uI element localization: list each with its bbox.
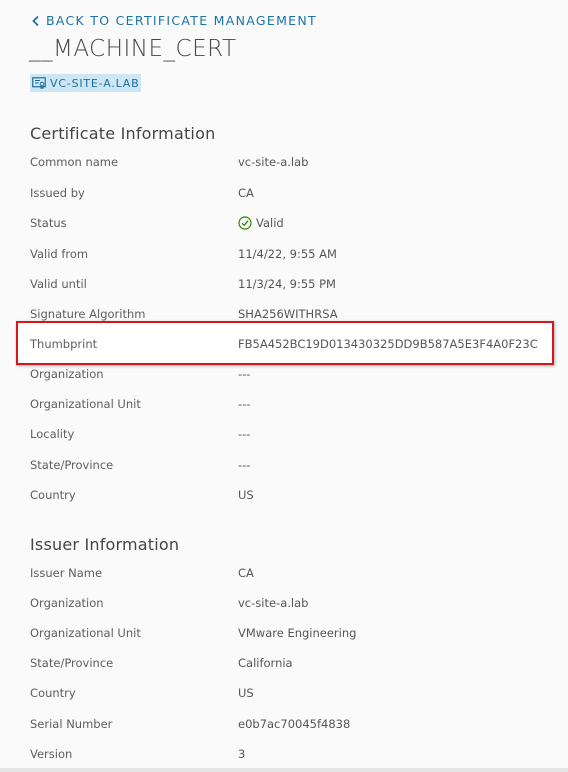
row-value: US	[238, 686, 254, 700]
row-label: Country	[30, 488, 76, 502]
back-to-certificate-management-link[interactable]: BACK TO CERTIFICATE MANAGEMENT	[29, 13, 317, 28]
row-value: ---	[238, 367, 251, 381]
page-title: __MACHINE_CERT	[29, 36, 237, 62]
row-value: 11/4/22, 9:55 AM	[238, 247, 337, 261]
row-value: ---	[238, 458, 251, 472]
cert-row-valid-until: Valid until 11/3/24, 9:55 PM	[30, 274, 336, 294]
host-tag: VC-SITE-A.LAB	[30, 74, 142, 92]
certificate-icon	[32, 77, 46, 89]
row-label: Issued by	[30, 186, 85, 200]
row-label: Locality	[30, 427, 75, 441]
cert-row-status: Status Valid	[30, 213, 284, 233]
issuer-row-country: Country US	[30, 683, 254, 703]
row-value: CA	[238, 186, 254, 200]
issuer-row-organization: Organization vc-site-a.lab	[30, 593, 308, 613]
cert-row-state-province: State/Province ---	[30, 455, 250, 475]
certificate-information-heading: Certificate Information	[30, 124, 216, 143]
cert-row-common-name: Common name vc-site-a.lab	[30, 152, 308, 172]
row-label: Issuer Name	[30, 566, 103, 580]
back-link-label: BACK TO CERTIFICATE MANAGEMENT	[46, 13, 317, 28]
row-label: Organizational Unit	[30, 397, 141, 411]
row-value: vc-site-a.lab	[238, 596, 309, 610]
issuer-row-serial-number: Serial Number e0b7ac70045f4838	[30, 714, 350, 734]
issuer-row-version: Version 3	[30, 744, 245, 764]
cert-row-country: Country US	[30, 485, 254, 505]
row-label: Organizational Unit	[30, 626, 141, 640]
row-label: Valid from	[30, 247, 89, 261]
row-label: Version	[30, 747, 73, 761]
status-value: Valid	[238, 216, 284, 230]
chevron-left-icon	[32, 15, 39, 26]
issuer-row-organizational-unit: Organizational Unit VMware Engineering	[30, 623, 356, 643]
row-label: Organization	[30, 367, 104, 381]
cert-row-issued-by: Issued by CA	[30, 183, 254, 203]
row-label: Signature Algorithm	[30, 307, 146, 321]
row-value: SHA256WITHRSA	[238, 307, 338, 321]
cert-row-organizational-unit: Organizational Unit ---	[30, 394, 250, 414]
row-label: State/Province	[30, 458, 114, 472]
cert-row-locality: Locality ---	[30, 424, 250, 444]
row-value: US	[238, 488, 254, 502]
cert-row-signature-algorithm: Signature Algorithm SHA256WITHRSA	[30, 304, 338, 324]
status-text: Valid	[256, 216, 284, 230]
row-value: ---	[238, 427, 251, 441]
check-circle-icon	[238, 216, 252, 230]
row-value: e0b7ac70045f4838	[238, 717, 351, 731]
row-label: Status	[30, 216, 67, 230]
row-value: California	[238, 656, 293, 670]
row-value: 11/3/24, 9:55 PM	[238, 277, 336, 291]
scroll-edge	[0, 768, 568, 772]
thumbprint-value: FB5A452BC19D013430325DD9B587A5E3F4A0F23C	[238, 337, 538, 351]
row-label: Thumbprint	[30, 337, 98, 351]
issuer-row-issuer-name: Issuer Name CA	[30, 563, 254, 583]
row-label: Valid until	[30, 277, 87, 291]
row-value: vc-site-a.lab	[238, 155, 309, 169]
issuer-row-state-province: State/Province California	[30, 653, 293, 673]
row-value: ---	[238, 397, 251, 411]
row-label: Organization	[30, 596, 104, 610]
issuer-information-heading: Issuer Information	[30, 535, 180, 554]
row-value: VMware Engineering	[238, 626, 357, 640]
row-label: Country	[30, 686, 76, 700]
row-value: CA	[238, 566, 254, 580]
cert-row-thumbprint: Thumbprint FB5A452BC19D013430325DD9B587A…	[30, 334, 538, 354]
row-label: Common name	[30, 155, 119, 169]
cert-row-organization: Organization ---	[30, 364, 250, 384]
row-value: 3	[238, 747, 246, 761]
row-label: State/Province	[30, 656, 114, 670]
host-tag-label: VC-SITE-A.LAB	[50, 76, 140, 90]
cert-row-valid-from: Valid from 11/4/22, 9:55 AM	[30, 244, 337, 264]
row-label: Serial Number	[30, 717, 113, 731]
